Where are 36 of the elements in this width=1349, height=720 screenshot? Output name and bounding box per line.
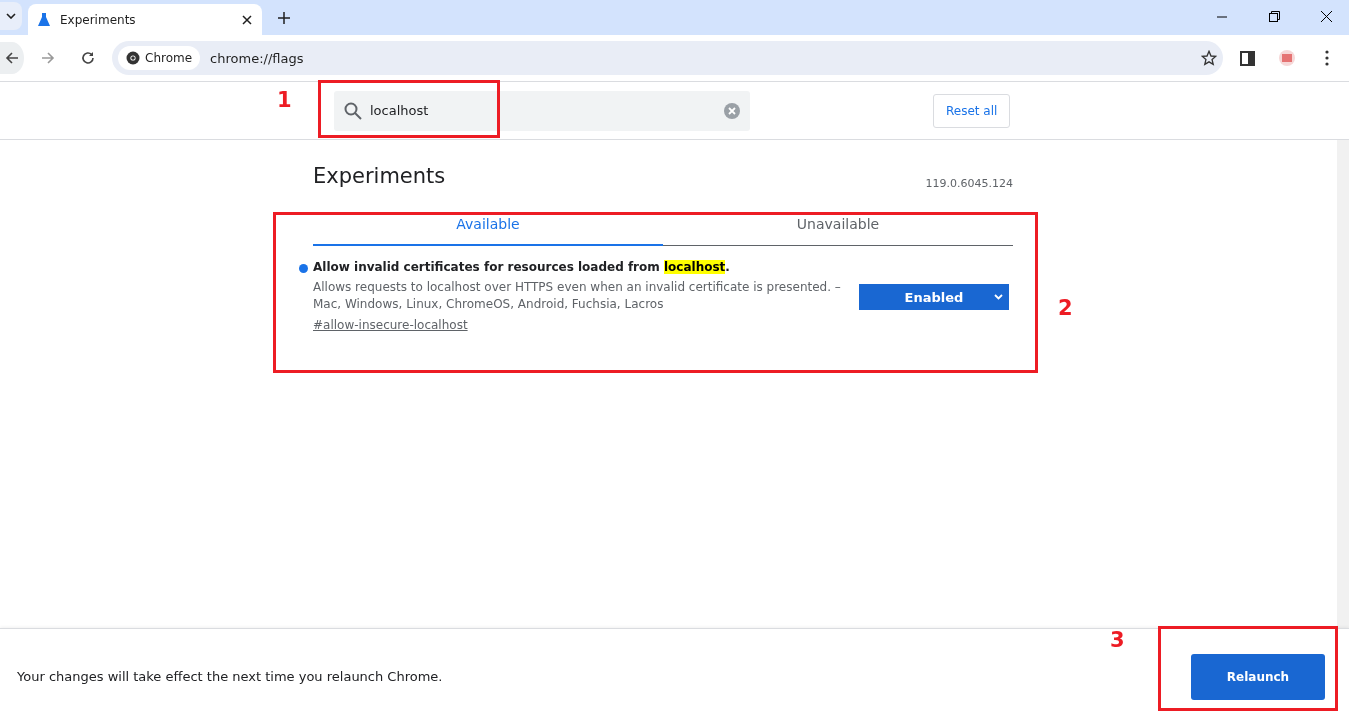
reset-all-button[interactable]: Reset all — [933, 93, 1011, 128]
chevron-down-icon — [994, 294, 1003, 300]
page-title: Experiments — [313, 164, 446, 188]
annotation-number: 3 — [1110, 628, 1125, 652]
back-arrow-icon — [5, 51, 19, 65]
plus-icon — [278, 11, 290, 24]
browser-tab[interactable]: Experiments — [28, 4, 262, 35]
flag-dropdown[interactable]: Enabled — [859, 284, 1009, 310]
star-icon[interactable] — [1201, 50, 1217, 66]
chevron-down-icon — [6, 13, 16, 19]
flag-title: Allow invalid certificates for resources loaded from localhost. — [313, 260, 731, 274]
relaunch-button[interactable]: Relaunch — [1191, 653, 1325, 700]
restore-icon — [1268, 11, 1280, 22]
annotation-number: 1 — [277, 88, 292, 112]
site-chip[interactable]: Chrome — [118, 46, 201, 70]
version-text: 119.0.6045.124 — [925, 177, 1013, 190]
flask-icon — [38, 13, 50, 26]
flag-link[interactable]: #allow-insecure-localhost — [313, 318, 468, 332]
flag-description: Allows requests to localhost over HTTPS even when an invalid certificate is presented. – Mac, Windows, Linux, ChromeOS, Android, Fuchsia, Lacros — [313, 279, 842, 313]
clear-icon[interactable] — [724, 102, 740, 119]
tab-list-button[interactable] — [0, 2, 22, 30]
reload-icon — [81, 51, 95, 65]
chrome-logo-icon — [126, 51, 140, 65]
footer-message: Your changes will take effect the next time you relaunch Chrome. — [17, 669, 443, 684]
url-text: chrome://flags — [210, 50, 305, 66]
tab[interactable]: Unavailable — [663, 216, 1013, 246]
forward-arrow-icon — [41, 51, 55, 65]
address-bar[interactable]: Chrome chrome://flags — [112, 41, 1223, 75]
back-button[interactable] — [0, 42, 24, 74]
annotation-number: 2 — [1058, 296, 1073, 320]
close-icon — [1320, 11, 1332, 22]
search-icon — [344, 101, 362, 120]
search-field[interactable]: localhost — [334, 90, 750, 131]
minimize-icon — [1217, 15, 1227, 18]
tab[interactable]: Available — [313, 216, 663, 246]
close-icon[interactable] — [242, 14, 252, 25]
